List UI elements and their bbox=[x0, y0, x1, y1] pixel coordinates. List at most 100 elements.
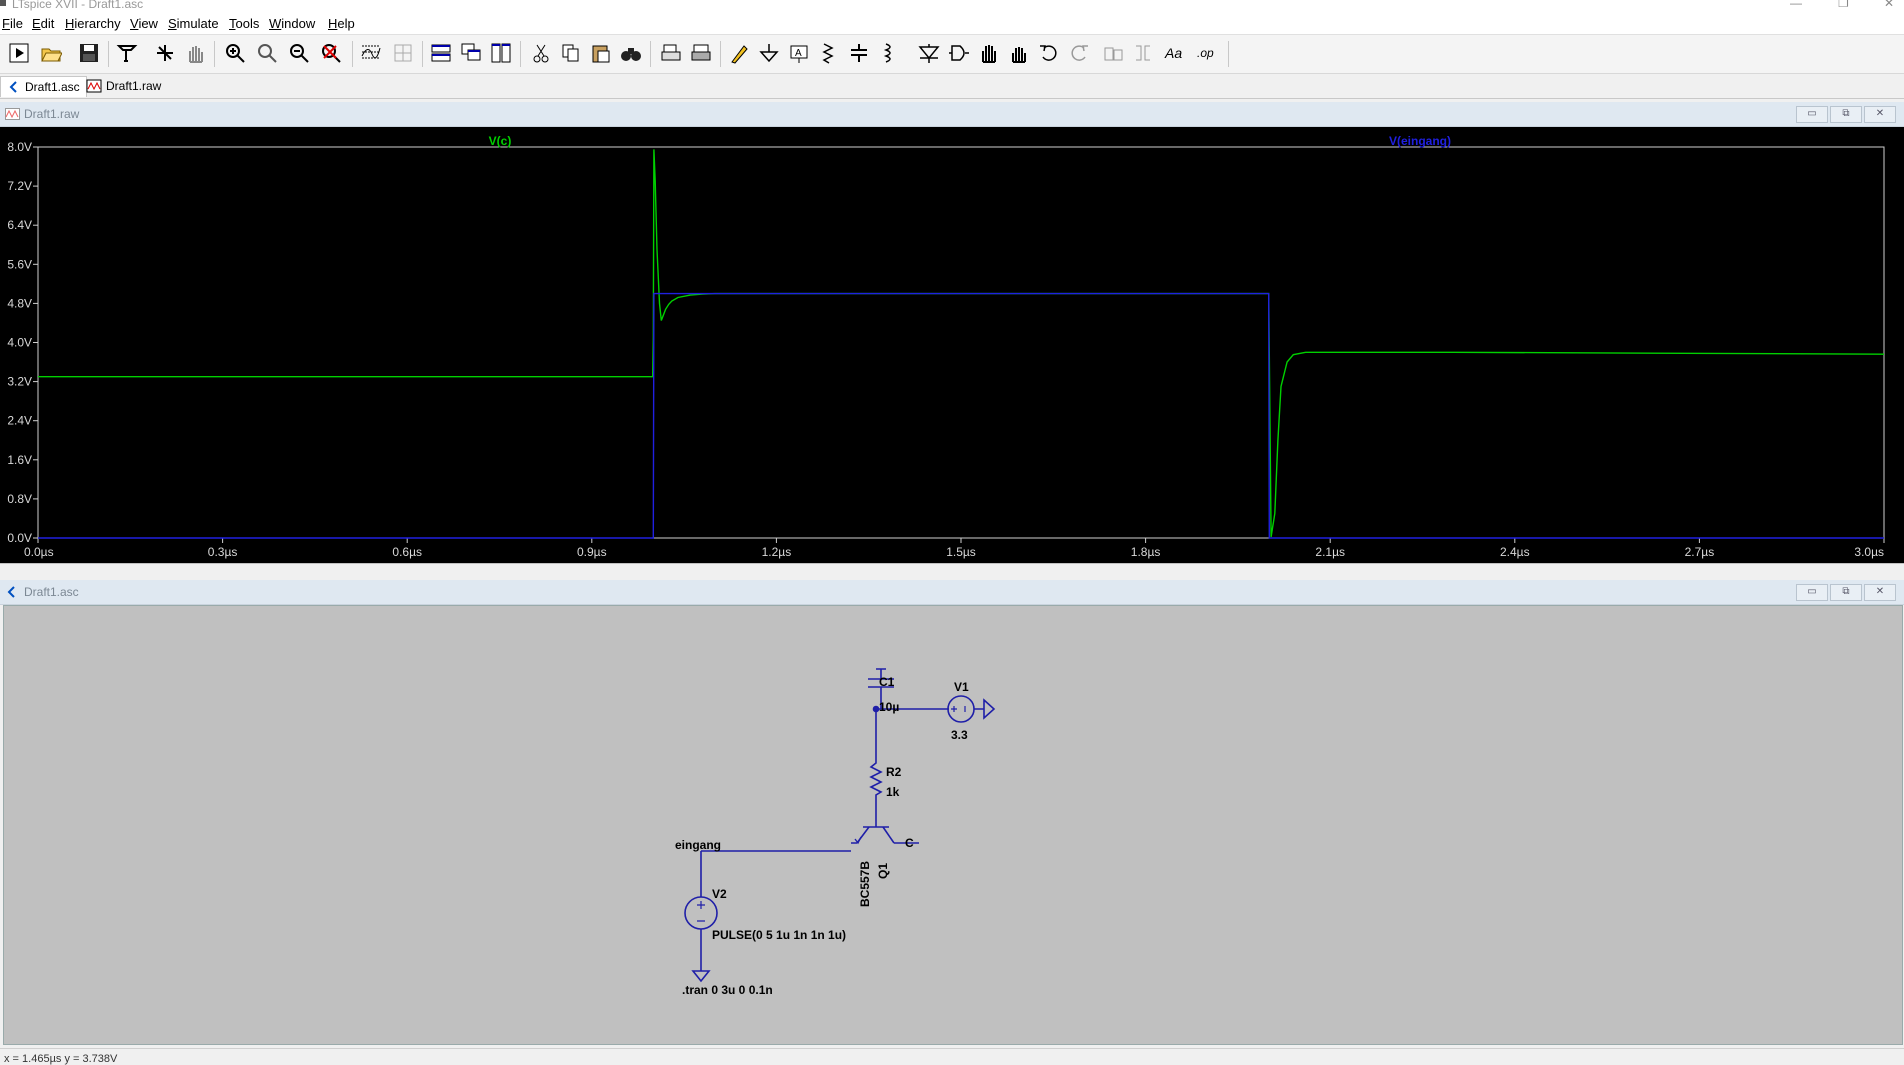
x-tick-label: 0.3µs bbox=[208, 545, 238, 559]
menu-simulate[interactable]: Simulate bbox=[168, 16, 219, 31]
y-tick-label: 2.4V bbox=[7, 414, 32, 428]
x-tick-label: 2.1µs bbox=[1315, 545, 1345, 559]
cut-icon[interactable] bbox=[528, 40, 554, 66]
halt-icon[interactable] bbox=[152, 40, 178, 66]
component-icon[interactable] bbox=[946, 40, 972, 66]
zoom-cancel-icon[interactable] bbox=[318, 40, 344, 66]
tile-vertical-icon[interactable] bbox=[488, 40, 514, 66]
v2-name-label: V2 bbox=[712, 887, 727, 901]
save-icon[interactable] bbox=[76, 40, 102, 66]
schematic-canvas[interactable]: C1 10µ V1 3.3 R2 1k C eingang Q1 BC557B … bbox=[3, 605, 1903, 1045]
menu-file[interactable]: File bbox=[2, 16, 23, 31]
series-line-1[interactable] bbox=[38, 292, 1884, 539]
voltage-source-v1[interactable] bbox=[947, 695, 996, 723]
r2-value-label: 1k bbox=[886, 785, 900, 799]
draw-wire-icon[interactable] bbox=[726, 40, 752, 66]
ground-symbol bbox=[691, 970, 711, 983]
label-net-icon[interactable]: A bbox=[786, 40, 812, 66]
splitter[interactable] bbox=[0, 563, 1904, 578]
r2-name-label: R2 bbox=[886, 765, 902, 779]
control-panel-icon[interactable] bbox=[114, 40, 140, 66]
text-icon[interactable]: Aa bbox=[1162, 40, 1188, 66]
undo-icon[interactable] bbox=[1036, 40, 1062, 66]
ground-icon[interactable] bbox=[756, 40, 782, 66]
menu-tools[interactable]: Tools bbox=[229, 16, 259, 31]
svg-text:Aa: Aa bbox=[1164, 45, 1182, 61]
tile-horizontal-icon[interactable] bbox=[428, 40, 454, 66]
plot-close-button[interactable]: ✕ bbox=[1864, 106, 1896, 123]
y-tick-label: 0.8V bbox=[7, 492, 32, 506]
cursor-readout: x = 1.465µs y = 3.738V bbox=[4, 1053, 118, 1065]
pan-hand-icon[interactable] bbox=[182, 40, 208, 66]
q1-model-label: BC557B bbox=[858, 861, 872, 907]
y-tick-label: 6.4V bbox=[7, 218, 32, 232]
y-tick-label: 5.6V bbox=[7, 257, 32, 271]
app-icon bbox=[0, 0, 6, 6]
grid-icon[interactable] bbox=[390, 40, 416, 66]
close-window-button[interactable]: ✕ bbox=[1884, 0, 1894, 10]
print-preview-icon[interactable] bbox=[658, 40, 684, 66]
schematic-minimize-button[interactable]: ▭ bbox=[1796, 584, 1828, 601]
open-icon[interactable] bbox=[38, 40, 64, 66]
window-title: LTspice XVII - Draft1.asc bbox=[12, 0, 144, 11]
y-tick-label: 8.0V bbox=[7, 140, 32, 154]
tab-draft1-asc[interactable]: Draft1.asc bbox=[0, 76, 87, 97]
minimize-window-button[interactable]: — bbox=[1790, 0, 1802, 10]
plot-pane[interactable]: 0.0V 0.8V 1.6V 2.4V 3.2V 4.0V 4.8V 5.6V 6.4V 7.2V… bbox=[0, 127, 1904, 563]
v1-name-label: V1 bbox=[954, 680, 969, 694]
document-tab-bar: Draft1.asc Draft1.raw bbox=[0, 74, 1904, 99]
inductor-icon[interactable] bbox=[876, 40, 902, 66]
print-icon[interactable] bbox=[688, 40, 714, 66]
spice-directive[interactable]: .tran 0 3u 0 0.1n bbox=[682, 983, 773, 997]
cascade-icon[interactable] bbox=[458, 40, 484, 66]
mirror-icon[interactable] bbox=[1130, 40, 1156, 66]
resistor-icon[interactable] bbox=[816, 40, 842, 66]
zoom-in-icon[interactable] bbox=[222, 40, 248, 66]
plot-window-title: Draft1.raw bbox=[24, 107, 80, 121]
menu-hierarchy[interactable]: Hierarchy bbox=[65, 16, 121, 31]
series-line-0[interactable] bbox=[38, 149, 1885, 538]
v1-value-label: 3.3 bbox=[951, 728, 968, 742]
trace-label-0[interactable]: V(c) bbox=[489, 134, 512, 148]
menu-view[interactable]: View bbox=[130, 16, 158, 31]
x-tick-label: 1.2µs bbox=[762, 545, 792, 559]
zoom-out-icon[interactable] bbox=[286, 40, 312, 66]
waveform-plot[interactable]: 0.0V 0.8V 1.6V 2.4V 3.2V 4.0V 4.8V 5.6V 6.4V 7.2V… bbox=[0, 127, 1904, 563]
zoom-fit-icon[interactable] bbox=[254, 40, 280, 66]
net-label-c: C bbox=[905, 836, 914, 850]
find-icon[interactable] bbox=[618, 40, 644, 66]
y-tick-label: 4.0V bbox=[7, 336, 32, 350]
rotate-icon[interactable] bbox=[1100, 40, 1126, 66]
tab-label: Draft1.asc bbox=[25, 80, 80, 94]
trace-label-1[interactable]: V(eingang) bbox=[1389, 134, 1451, 148]
plot-restore-button[interactable]: ⧉ bbox=[1830, 106, 1862, 123]
c1-name-label: C1 bbox=[879, 675, 895, 689]
drag-icon[interactable] bbox=[1006, 40, 1032, 66]
menu-help[interactable]: Help bbox=[328, 16, 355, 31]
maximize-window-button[interactable]: ❐ bbox=[1838, 0, 1849, 10]
copy-icon[interactable] bbox=[558, 40, 584, 66]
tab-draft1-raw[interactable]: Draft1.raw bbox=[80, 76, 167, 96]
diode-icon[interactable] bbox=[916, 40, 942, 66]
title-bar: LTspice XVII - Draft1.asc — ❐ ✕ bbox=[0, 0, 1904, 12]
schematic-icon bbox=[9, 81, 17, 93]
paste-icon[interactable] bbox=[588, 40, 614, 66]
q1-name-label: Q1 bbox=[876, 863, 890, 879]
menu-window[interactable]: Window bbox=[269, 16, 315, 31]
capacitor-icon[interactable] bbox=[846, 40, 872, 66]
schematic-close-button[interactable]: ✕ bbox=[1864, 584, 1896, 601]
schematic-restore-button[interactable]: ⧉ bbox=[1830, 584, 1862, 601]
autorange-icon[interactable] bbox=[358, 40, 384, 66]
schematic-drawing[interactable]: C1 10µ V1 3.3 R2 1k C eingang Q1 BC557B … bbox=[4, 606, 1902, 1044]
spice-directive-icon[interactable]: .op bbox=[1194, 40, 1220, 66]
y-tick-label: 7.2V bbox=[7, 179, 32, 193]
toolbar: A Aa .op bbox=[0, 35, 1904, 74]
menu-edit[interactable]: Edit bbox=[32, 16, 54, 31]
resistor-r2[interactable] bbox=[869, 709, 883, 821]
x-tick-label: 1.8µs bbox=[1131, 545, 1161, 559]
x-tick-label: 0.0µs bbox=[24, 545, 54, 559]
redo-icon[interactable] bbox=[1066, 40, 1092, 66]
run-icon[interactable] bbox=[6, 40, 32, 66]
plot-minimize-button[interactable]: ▭ bbox=[1796, 106, 1828, 123]
move-icon[interactable] bbox=[976, 40, 1002, 66]
